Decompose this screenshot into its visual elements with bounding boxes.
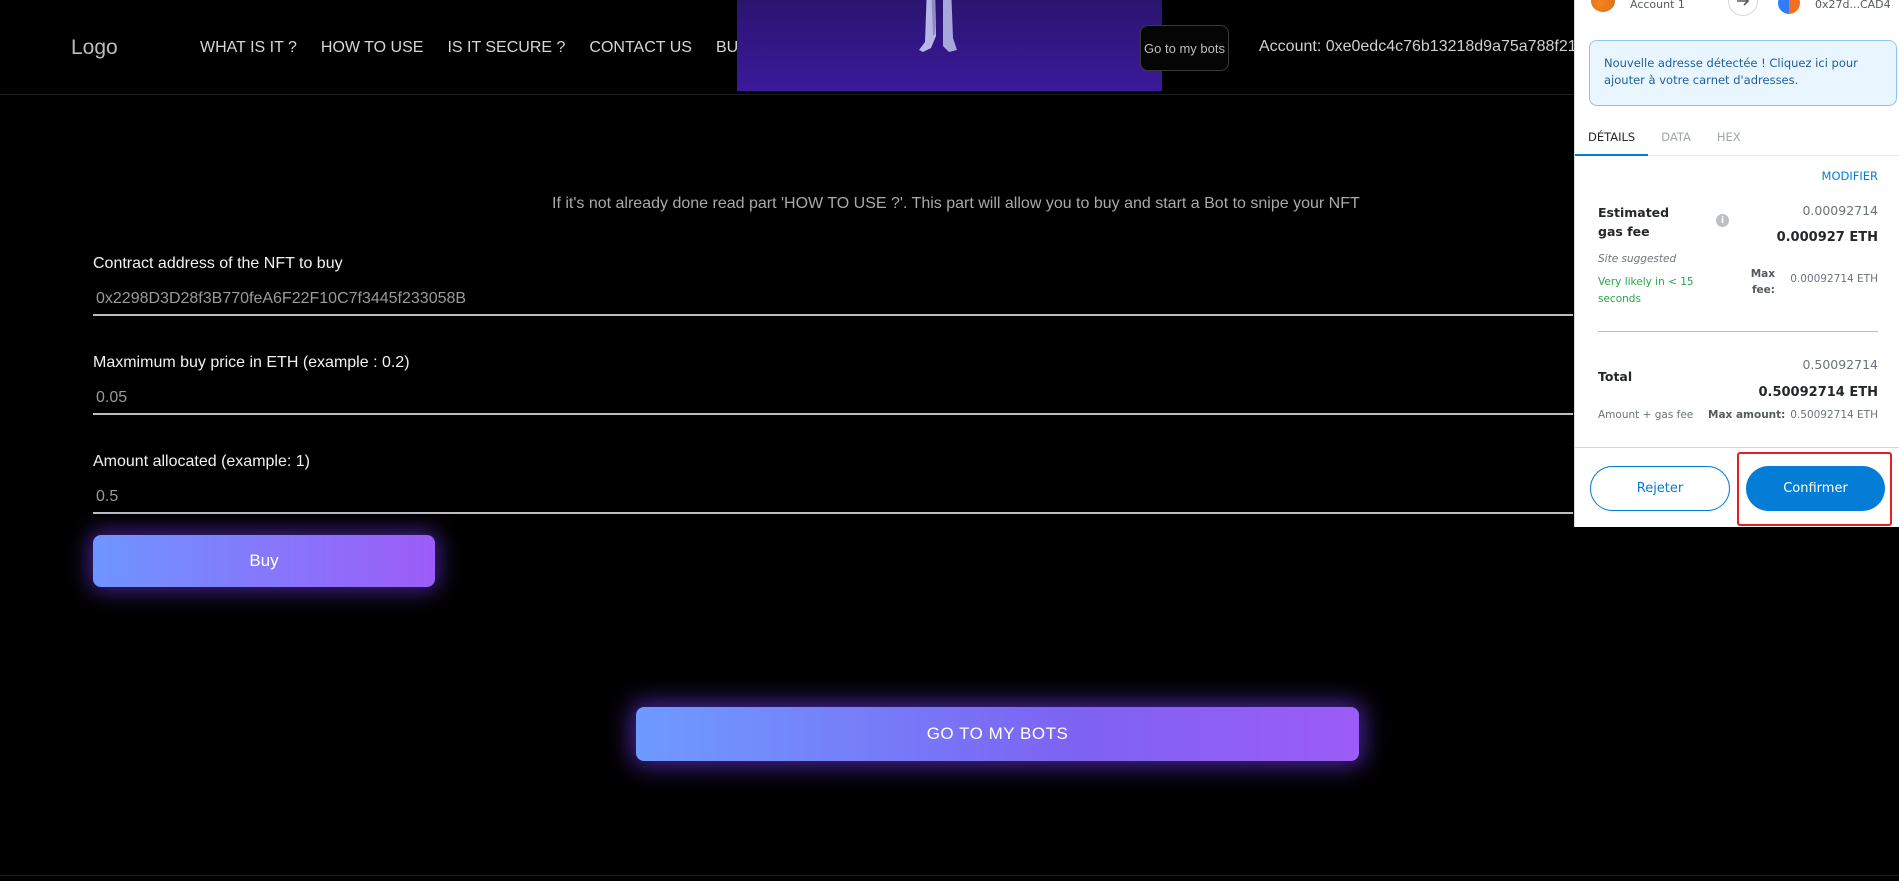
contract-address-input[interactable] <box>93 284 1573 316</box>
confirmation-time-estimate: Very likely in < 15 seconds <box>1598 276 1694 305</box>
logo[interactable]: Logo <box>71 36 118 60</box>
recipient-avatar <box>1778 0 1800 14</box>
metamask-confirmation-popup: Account 1 0x27d...CAD4 Nouvelle adresse … <box>1574 0 1899 527</box>
sender-account-name: Account 1 <box>1630 0 1685 11</box>
total-secondary: 0.50092714 <box>1802 357 1878 372</box>
max-amount-value: 0.50092714 ETH <box>1790 409 1878 421</box>
info-icon[interactable]: i <box>1716 214 1729 227</box>
total-label: Total <box>1598 369 1633 384</box>
intro-text: If it's not already done read part 'HOW … <box>552 195 1360 212</box>
modify-gas-link[interactable]: MODIFIER <box>1822 169 1878 183</box>
tab-data[interactable]: DATA <box>1648 126 1704 156</box>
details-divider <box>1598 331 1878 332</box>
hero-image <box>737 0 1162 91</box>
buy-button[interactable]: Buy <box>93 535 435 587</box>
site-suggested-label: Site suggested <box>1598 253 1677 265</box>
contract-address-label: Contract address of the NFT to buy <box>93 255 343 272</box>
amount-allocated-input[interactable] <box>93 482 1573 514</box>
gas-fee-primary: 0.000927 ETH <box>1776 230 1878 245</box>
new-address-notice[interactable]: Nouvelle adresse détectée ! Cliquez ici … <box>1589 40 1897 106</box>
tab-details[interactable]: DÉTAILS <box>1575 126 1649 156</box>
amount-plus-gas-label: Amount + gas fee <box>1598 409 1694 421</box>
total-primary: 0.50092714 ETH <box>1758 385 1878 400</box>
nav-link-how-to-use[interactable]: HOW TO USE <box>321 39 424 57</box>
transaction-header: Account 1 0x27d...CAD4 <box>1575 0 1899 30</box>
footer-divider <box>0 875 1899 876</box>
popup-footer: Rejeter Confirmer <box>1575 447 1899 527</box>
robot-figure-icon <box>919 0 957 52</box>
go-to-my-bots-nav-button[interactable]: Go to my bots <box>1140 25 1229 71</box>
tab-hex[interactable]: HEX <box>1704 126 1754 156</box>
nav-link-is-it-secure[interactable]: IS IT SECURE ? <box>447 39 565 57</box>
account-address: Account: 0xe0edc4c76b13218d9a75a788f21 <box>1259 38 1577 55</box>
transaction-tabs: DÉTAILS DATA HEX <box>1575 126 1899 156</box>
reject-button[interactable]: Rejeter <box>1590 466 1730 511</box>
gas-fee-secondary: 0.00092714 <box>1802 203 1878 218</box>
transaction-details: MODIFIER Estimated gas fee i 0.00092714 … <box>1575 157 1899 447</box>
max-price-input[interactable] <box>93 383 1573 415</box>
max-fee-label: Max fee: <box>1750 268 1775 296</box>
estimated-gas-fee-label: Estimated gas fee <box>1598 205 1670 239</box>
arrow-right-icon <box>1728 0 1758 16</box>
max-amount-label: Max amount: <box>1708 409 1786 421</box>
amount-allocated-label: Amount allocated (example: 1) <box>93 453 310 470</box>
max-fee-value: 0.00092714 ETH <box>1790 273 1878 285</box>
go-to-my-bots-button[interactable]: GO TO MY BOTS <box>636 707 1359 761</box>
metamask-fox-icon <box>1591 0 1615 12</box>
nav-menu: WHAT IS IT ? HOW TO USE IS IT SECURE ? C… <box>200 39 823 57</box>
recipient-address[interactable]: 0x27d...CAD4 <box>1815 0 1891 11</box>
nav-link-contact-us[interactable]: CONTACT US <box>589 39 692 57</box>
confirm-highlight-box <box>1737 452 1892 526</box>
nav-link-what-is-it[interactable]: WHAT IS IT ? <box>200 39 297 57</box>
max-price-label: Maxmimum buy price in ETH (example : 0.2… <box>93 354 410 371</box>
